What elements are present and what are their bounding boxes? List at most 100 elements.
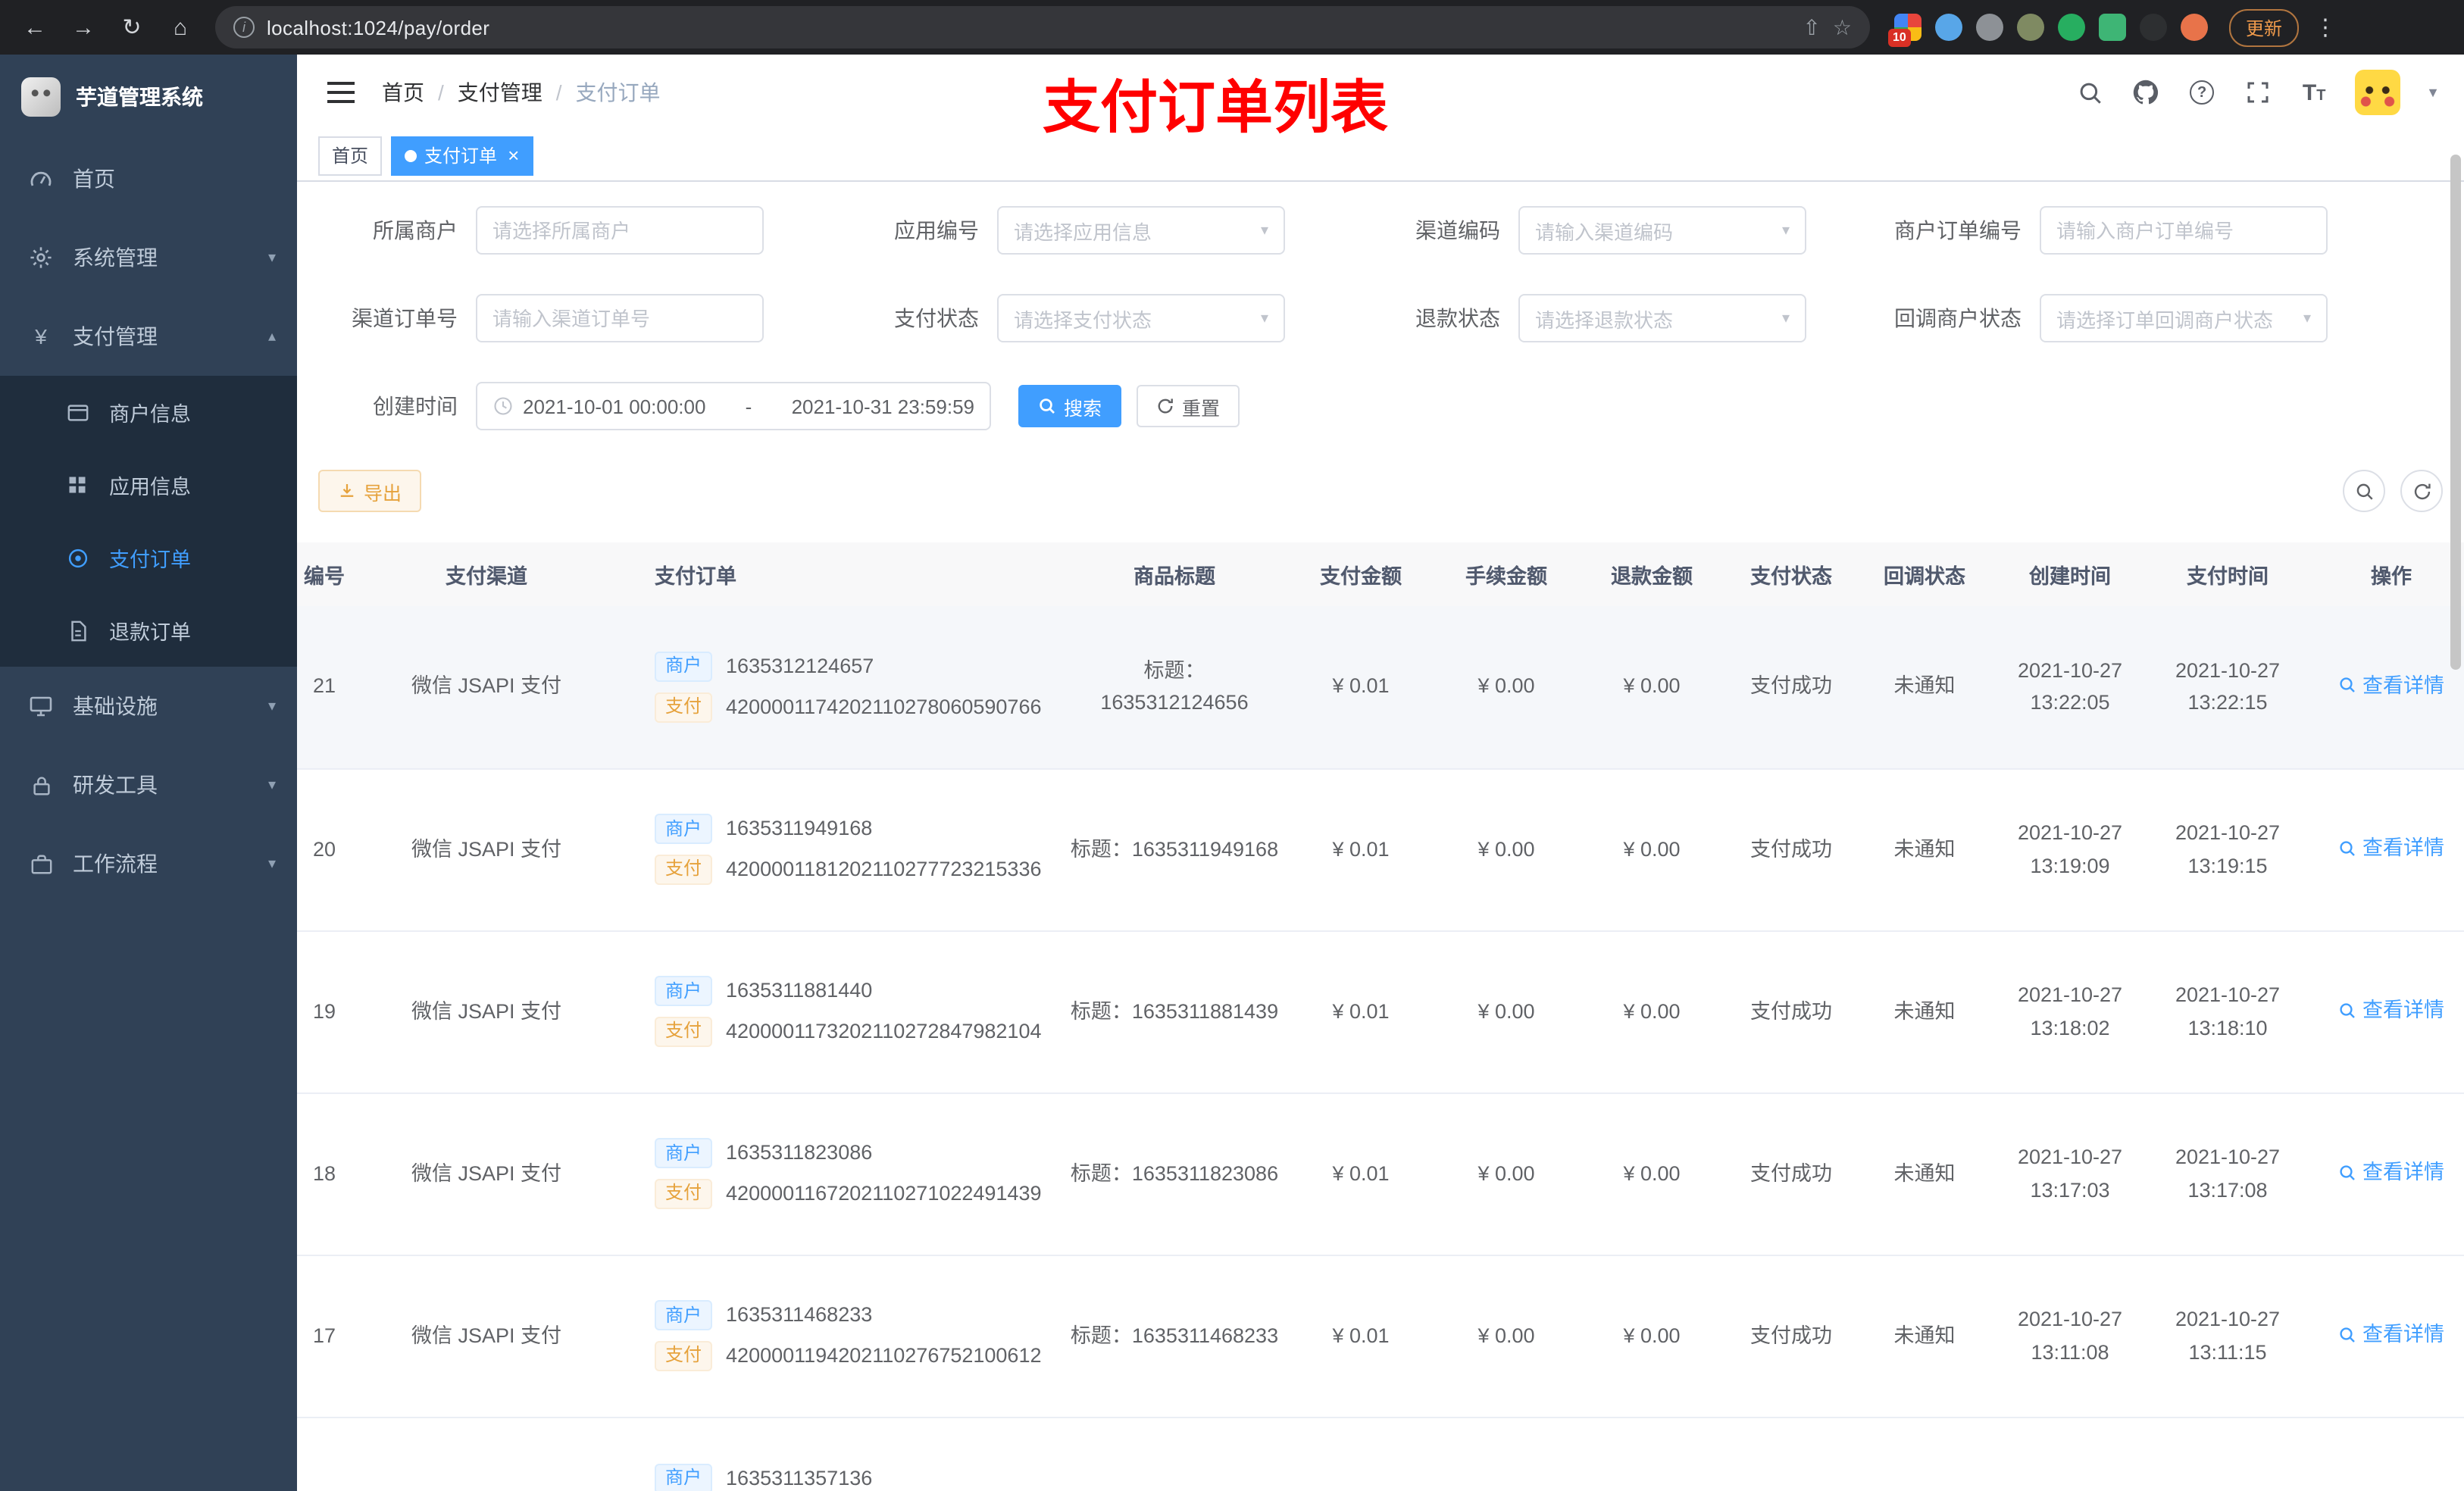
scrollbar-thumb[interactable] <box>2450 155 2461 670</box>
chevron-down-icon: ▾ <box>267 698 276 714</box>
chevron-down-icon: ▾ <box>1260 310 1268 327</box>
merchant-select[interactable] <box>476 206 764 255</box>
table-row[interactable]: 21 微信 JSAPI 支付 商户 1635312124657 支付 42000… <box>297 606 2464 769</box>
tab-home[interactable]: 首页 <box>318 136 383 175</box>
view-detail-link[interactable]: 查看详情 <box>2338 1318 2444 1351</box>
sidebar-item-dev-tools[interactable]: 研发工具 ▾ <box>0 746 297 824</box>
sidebar-item-pay-order[interactable]: 支付订单 <box>0 521 297 594</box>
channel-order-no-input[interactable] <box>492 307 747 330</box>
bookmark-star-icon[interactable]: ☆ <box>1833 14 1852 40</box>
toggle-search-button[interactable] <box>2343 470 2385 512</box>
filter-app-id: 应用编号 请选择应用信息 ▾ <box>840 206 1285 255</box>
browser-home-icon[interactable]: ⌂ <box>161 8 200 47</box>
sidebar-item-payment[interactable]: ¥ 支付管理 ▴ <box>0 297 297 376</box>
help-icon[interactable]: ? <box>2187 77 2217 108</box>
extension-icon-7[interactable] <box>2140 14 2167 41</box>
fullscreen-icon[interactable] <box>2243 77 2273 108</box>
extension-icon-2[interactable] <box>1935 14 1962 41</box>
app-select[interactable]: 请选择应用信息 ▾ <box>997 206 1285 255</box>
table-row[interactable]: 17 微信 JSAPI 支付 商户 1635311468233 支付 42000… <box>297 1255 2464 1418</box>
channel-order-no-field[interactable] <box>476 294 764 342</box>
browser-menu-icon[interactable]: ⋮ <box>2314 14 2337 41</box>
share-icon[interactable]: ⇧ <box>1803 14 1820 40</box>
filter-merchant-order-no: 商户订单编号 <box>1882 206 2328 255</box>
refund-status-select[interactable]: 请选择退款状态 ▾ <box>1518 294 1806 342</box>
sidebar-item-label: 支付管理 <box>73 324 158 349</box>
view-detail-link[interactable]: 查看详情 <box>2338 669 2444 702</box>
url-text[interactable]: localhost:1024/pay/order <box>267 16 489 39</box>
sidebar-item-refund-order[interactable]: 退款订单 <box>0 594 297 667</box>
merchant-order-no-input[interactable] <box>2056 219 2311 242</box>
sidebar-item-label: 研发工具 <box>73 773 158 797</box>
browser-forward-icon[interactable]: → <box>64 8 103 47</box>
search-icon[interactable] <box>2075 77 2105 108</box>
view-detail-link[interactable]: 查看详情 <box>2338 832 2444 864</box>
magnifier-icon <box>2340 678 2355 693</box>
pay-status-select[interactable]: 请选择支付状态 ▾ <box>997 294 1285 342</box>
pay-amount: ¥ 0.01 <box>1288 606 1434 769</box>
pay-order-cell: 商户 1635311949168 支付 42000011812021102777… <box>576 768 1061 931</box>
browser-back-icon[interactable]: ← <box>15 8 55 47</box>
view-detail-link[interactable]: 查看详情 <box>2338 994 2444 1027</box>
reset-button[interactable]: 重置 <box>1137 385 1240 427</box>
breadcrumb-pay-manage[interactable]: 支付管理 <box>458 77 543 108</box>
merchant-order-no-field[interactable] <box>2040 206 2328 255</box>
user-menu-caret-icon[interactable]: ▼ <box>2426 85 2440 100</box>
sidebar: 芋道管理系统 首页 系统管理 ▾ ¥ 支付管理 ▴ 商户信息 应用信息 支付订单… <box>0 55 297 1491</box>
top-navbar: 首页 / 支付管理 / 支付订单 支付订单列表 ? TT ▼ <box>297 55 2464 141</box>
sidebar-item-merchant-info[interactable]: 商户信息 <box>0 376 297 449</box>
table-row[interactable]: 商户 1635311357136 支付 查看详情 <box>297 1417 2464 1491</box>
extension-icon-5[interactable] <box>2058 14 2085 41</box>
col-header-notify: 回调状态 <box>1858 542 1991 606</box>
browser-reload-icon[interactable]: ↻ <box>112 8 152 47</box>
extension-icon-1[interactable]: 10 <box>1888 14 1921 47</box>
extension-icon-3[interactable] <box>1976 14 2003 41</box>
filter-channel-code: 渠道编码 请输入渠道编码 ▾ <box>1361 206 1806 255</box>
sidebar-item-app-info[interactable]: 应用信息 <box>0 449 297 521</box>
close-icon[interactable]: × <box>508 145 519 165</box>
table-row[interactable]: 20 微信 JSAPI 支付 商户 1635311949168 支付 42000… <box>297 768 2464 931</box>
address-bar[interactable]: i localhost:1024/pay/order ⇧ ☆ <box>215 6 1870 48</box>
user-avatar[interactable] <box>2355 70 2401 115</box>
pay-tag: 支付 <box>655 1340 713 1371</box>
site-info-icon[interactable]: i <box>233 17 255 38</box>
date-end-value[interactable]: 2021-10-31 23:59:59 <box>792 395 974 417</box>
table-header-row: 编号 支付渠道 支付订单 商品标题 支付金额 手续金额 退款金额 支付状态 回调… <box>297 542 2464 606</box>
sidebar-item-system[interactable]: 系统管理 ▾ <box>0 218 297 297</box>
pay-order-cell: 商户 1635311468233 支付 42000011942021102767… <box>576 1255 1061 1418</box>
view-detail-link[interactable]: 查看详情 <box>2338 1156 2444 1189</box>
sidebar-item-home[interactable]: 首页 <box>0 139 297 218</box>
table-body: 21 微信 JSAPI 支付 商户 1635312124657 支付 42000… <box>297 606 2464 1491</box>
merchant-order-no: 1635312124657 <box>726 655 874 678</box>
briefcase-icon <box>27 852 55 875</box>
breadcrumb-pay-order: 支付订单 <box>575 80 661 105</box>
filter-row-1: 所属商户 应用编号 请选择应用信息▾ 渠道编码 请输入渠道编码▾ 商户订单编号 <box>297 206 2464 255</box>
search-button[interactable]: 搜索 <box>1018 385 1122 427</box>
sidebar-item-infrastructure[interactable]: 基础设施 ▾ <box>0 667 297 746</box>
font-size-icon[interactable]: TT <box>2299 77 2329 108</box>
github-icon[interactable] <box>2131 77 2161 108</box>
browser-profile-avatar[interactable] <box>2181 14 2208 41</box>
browser-update-button[interactable]: 更新 <box>2229 8 2300 46</box>
merchant-input[interactable] <box>492 219 747 242</box>
merchant-tag: 商户 <box>655 651 713 682</box>
tab-pay-order[interactable]: 支付订单 × <box>391 136 533 175</box>
breadcrumb-home[interactable]: 首页 <box>382 77 424 108</box>
table-row[interactable]: 18 微信 JSAPI 支付 商户 1635311823086 支付 42000… <box>297 1092 2464 1255</box>
orders-table-wrap[interactable]: 编号 支付渠道 支付订单 商品标题 支付金额 手续金额 退款金额 支付状态 回调… <box>297 542 2464 1491</box>
export-button[interactable]: 导出 <box>318 470 422 512</box>
browser-chrome: ← → ↻ ⌂ i localhost:1024/pay/order ⇧ ☆ 1… <box>0 0 2464 55</box>
notify-status: 未通知 <box>1858 1255 1991 1418</box>
refresh-table-button[interactable] <box>2400 470 2443 512</box>
table-row[interactable]: 19 微信 JSAPI 支付 商户 1635311881440 支付 42000… <box>297 930 2464 1093</box>
channel-code-select[interactable]: 请输入渠道编码 ▾ <box>1518 206 1806 255</box>
sidebar-item-workflow[interactable]: 工作流程 ▾ <box>0 824 297 903</box>
sidebar-item-label: 应用信息 <box>109 476 191 499</box>
sidebar-toggle-icon[interactable] <box>321 70 367 115</box>
extension-icon-6[interactable] <box>2099 14 2126 41</box>
date-start-value[interactable]: 2021-10-01 00:00:00 <box>523 395 705 417</box>
col-header-refund: 退款金额 <box>1579 542 1724 606</box>
extension-icon-4[interactable] <box>2017 14 2044 41</box>
date-range-picker[interactable]: 2021-10-01 00:00:00 - 2021-10-31 23:59:5… <box>476 382 991 430</box>
notify-status-select[interactable]: 请选择订单回调商户状态 ▾ <box>2040 294 2328 342</box>
